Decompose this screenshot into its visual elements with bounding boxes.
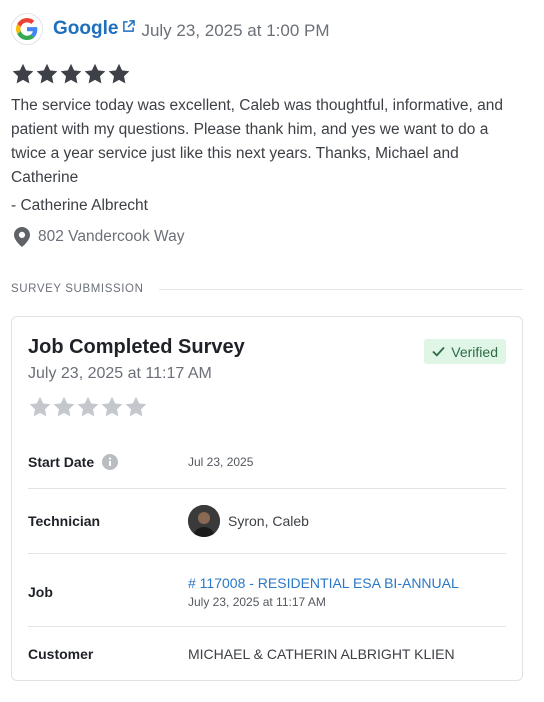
google-source-link[interactable]: Google: [53, 18, 136, 40]
star-icon: [125, 396, 147, 417]
star-icon: [12, 63, 34, 84]
technician-value-wrap: Syron, Caleb: [188, 505, 309, 537]
start-date-value: Jul 23, 2025: [188, 455, 254, 469]
map-pin-icon: [14, 227, 30, 247]
row-divider: [28, 553, 506, 554]
customer-row: Customer MICHAEL & CATHERIN ALBRIGHT KLI…: [28, 643, 506, 665]
star-icon: [29, 396, 51, 417]
star-icon: [53, 396, 75, 417]
section-divider: SURVEY SUBMISSION: [11, 283, 523, 295]
start-date-label: Start Date: [28, 454, 95, 470]
survey-date: July 23, 2025 at 11:17 AM: [28, 365, 212, 382]
row-divider: [28, 626, 506, 627]
star-icon: [77, 396, 99, 417]
survey-card: Job Completed Survey July 23, 2025 at 11…: [11, 316, 523, 681]
start-date-row: Start Date Jul 23, 2025: [28, 450, 506, 474]
customer-label: Customer: [28, 646, 94, 662]
info-icon[interactable]: [102, 454, 119, 470]
survey-rating: [28, 395, 148, 419]
technician-label: Technician: [28, 513, 101, 529]
review-text: The service today was excellent, Caleb w…: [11, 97, 503, 186]
row-divider: [28, 488, 506, 489]
job-label: Job: [28, 584, 53, 600]
verified-badge: Verified: [424, 339, 506, 364]
external-link-icon: [122, 19, 136, 33]
review-address: 802 Vandercook Way: [14, 227, 184, 247]
star-icon: [108, 63, 130, 84]
verified-label: Verified: [451, 343, 498, 360]
job-date: July 23, 2025 at 11:17 AM: [188, 595, 326, 609]
section-label: SURVEY SUBMISSION: [11, 283, 144, 295]
technician-name: Syron, Caleb: [228, 513, 309, 529]
survey-title: Job Completed Survey: [28, 336, 245, 358]
avatar: [188, 505, 220, 537]
reviewer-name: - Catherine Albrecht: [11, 197, 148, 214]
star-icon: [60, 63, 82, 84]
star-icon: [101, 396, 123, 417]
job-value-wrap: # 117008 - RESIDENTIAL ESA BI-ANNUAL Jul…: [188, 575, 459, 609]
star-icon: [36, 63, 58, 84]
review-header: Google July 23, 2025 at 1:00 PM: [11, 13, 330, 45]
star-icon: [84, 63, 106, 84]
technician-row: Technician Syron, Caleb: [28, 505, 506, 537]
google-g-icon: [11, 13, 43, 45]
source-name: Google: [53, 18, 119, 39]
job-row: Job # 117008 - RESIDENTIAL ESA BI-ANNUAL…: [28, 572, 506, 612]
address-text: 802 Vandercook Way: [38, 228, 185, 245]
review-date: July 23, 2025 at 1:00 PM: [141, 21, 330, 40]
job-link[interactable]: # 117008 - RESIDENTIAL ESA BI-ANNUAL: [188, 575, 459, 591]
review-rating: [11, 62, 131, 86]
check-icon: [432, 346, 445, 357]
customer-name: MICHAEL & CATHERIN ALBRIGHT KLIEN: [188, 646, 455, 662]
start-date-label-wrap: Start Date: [28, 454, 188, 470]
divider-line: [159, 288, 523, 290]
